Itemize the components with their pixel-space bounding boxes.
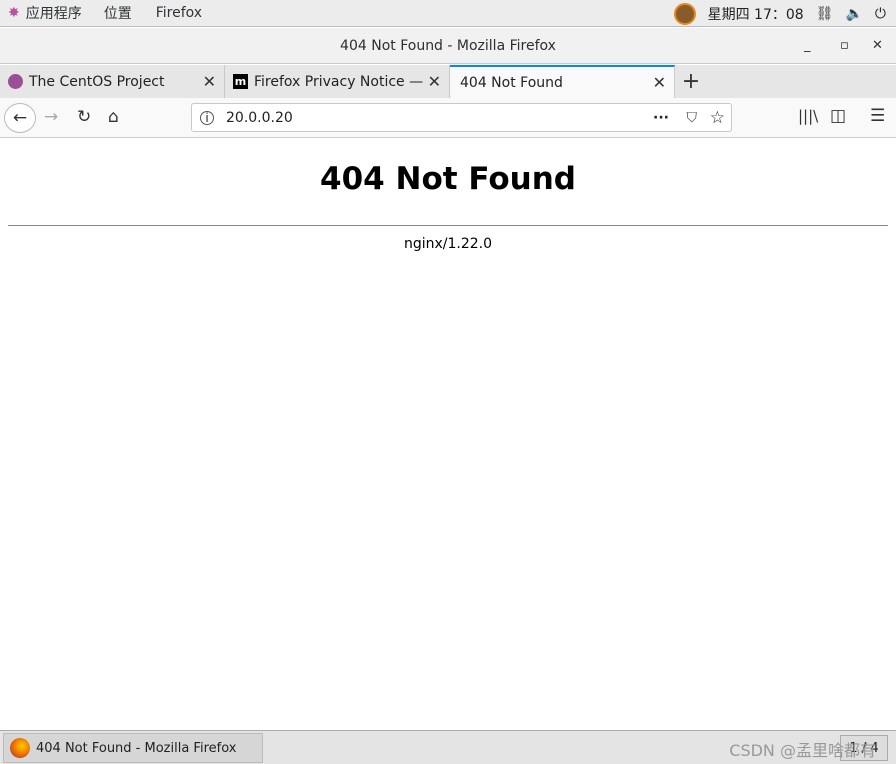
user-avatar-icon[interactable] <box>673 2 696 25</box>
system-top-bar: ✸ 应用程序 位置 Firefox 星期四 17：08 ⛓ 🔈 ⏻ <box>0 0 896 27</box>
centos-icon <box>8 74 23 89</box>
active-app-menu[interactable]: Firefox <box>156 5 202 21</box>
sidebar-icon[interactable]: ◫ <box>830 106 846 126</box>
url-input[interactable]: 20.0.0.20 <box>226 110 293 126</box>
taskbar: 404 Not Found - Mozilla Firefox 1 / 4 CS… <box>0 730 896 764</box>
power-icon[interactable]: ⏻ <box>875 6 886 22</box>
network-icon[interactable]: ⛓ <box>816 6 834 22</box>
maximize-button[interactable]: ▫ <box>840 28 849 64</box>
bookmark-star-icon[interactable]: ☆ <box>710 108 725 128</box>
pocket-icon[interactable]: ⛉ <box>687 110 698 126</box>
library-icon[interactable]: |||\ <box>798 107 818 125</box>
taskbar-firefox-window[interactable]: 404 Not Found - Mozilla Firefox <box>3 733 263 763</box>
window-title: 404 Not Found - Mozilla Firefox <box>340 38 556 54</box>
close-tab-icon[interactable]: ✕ <box>428 72 441 91</box>
navigation-toolbar: ← → ↻ ⌂ i 20.0.0.20 ··· ⛉ ☆ |||\ ◫ ☰ <box>0 98 896 138</box>
tab-404[interactable]: 404 Not Found ✕ <box>450 65 675 98</box>
new-tab-button[interactable]: + <box>675 65 707 98</box>
minimize-button[interactable]: _ <box>804 28 811 64</box>
window-titlebar: 404 Not Found - Mozilla Firefox _ ▫ ✕ <box>0 28 896 64</box>
close-tab-icon[interactable]: ✕ <box>203 72 216 91</box>
tab-centos[interactable]: The CentOS Project ✕ <box>0 65 225 98</box>
firefox-icon <box>10 738 30 758</box>
divider <box>8 225 888 226</box>
reload-button[interactable]: ↻ <box>77 107 91 127</box>
page-actions-icon[interactable]: ··· <box>653 110 669 126</box>
tab-strip: The CentOS Project ✕ m Firefox Privacy N… <box>0 65 896 98</box>
home-button[interactable]: ⌂ <box>108 107 119 127</box>
clock[interactable]: 星期四 17：08 <box>708 4 804 24</box>
mozilla-icon: m <box>233 74 248 89</box>
page-heading: 404 Not Found <box>320 161 576 197</box>
menu-icon[interactable]: ☰ <box>870 106 885 126</box>
places-menu[interactable]: 位置 <box>104 3 132 23</box>
forward-button[interactable]: → <box>44 107 58 127</box>
back-button[interactable]: ← <box>4 103 36 133</box>
volume-icon[interactable]: 🔈 <box>845 6 862 22</box>
close-tab-icon[interactable]: ✕ <box>653 73 666 92</box>
watermark: CSDN @孟里啥都有 <box>729 741 876 760</box>
applications-menu[interactable]: 应用程序 <box>26 3 82 23</box>
apps-menu-icon: ✸ <box>8 5 20 21</box>
page-content: 404 Not Found nginx/1.22.0 <box>0 139 896 729</box>
info-icon[interactable]: i <box>200 110 214 125</box>
server-version: nginx/1.22.0 <box>403 236 493 252</box>
url-bar[interactable]: i 20.0.0.20 ··· ⛉ ☆ <box>191 103 732 132</box>
close-window-button[interactable]: ✕ <box>872 28 883 64</box>
tab-privacy-notice[interactable]: m Firefox Privacy Notice — Mozilla ✕ <box>225 65 450 98</box>
